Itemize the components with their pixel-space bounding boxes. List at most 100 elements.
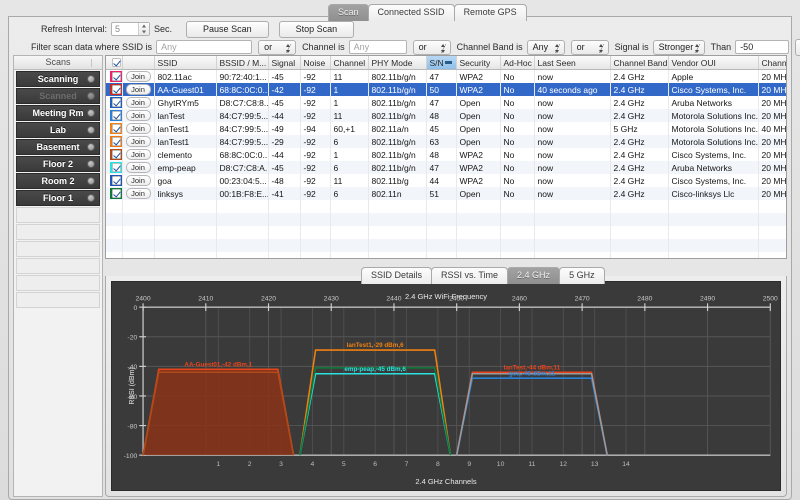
stepper-arrows[interactable] [138, 23, 150, 35]
scan-status-icon[interactable] [87, 92, 95, 100]
cell-channel: 6 [330, 187, 369, 200]
stop-scan-button[interactable]: Stop Scan [278, 20, 355, 38]
chart-tab-5-ghz[interactable]: 5 GHz [559, 267, 605, 284]
sidebar-item-lab[interactable]: Lab [16, 122, 100, 138]
table-row[interactable]: Join clemento 68:8C:0C:0... -44 -92 1 802.11b/… [106, 148, 786, 161]
column-header-label: Noise [303, 57, 326, 68]
table-row[interactable]: Join linksys 00:1B:F8:E... -41 -92 6 802.11n 51… [106, 187, 786, 200]
join-button[interactable]: Join [125, 110, 151, 121]
sidebar-item-room-2[interactable]: Room 2 [16, 173, 100, 189]
networks-table-container[interactable]: SSID BSSID / M... Signal Noise Channel PHY Mo… [105, 55, 787, 259]
scan-status-icon[interactable] [87, 160, 95, 168]
channel-band-select[interactable]: Any [526, 39, 565, 55]
or-operator-2[interactable]: or [412, 39, 451, 55]
select-all-checkbox[interactable] [111, 58, 121, 67]
column-header-band[interactable]: Channel Band [610, 56, 669, 70]
scan-status-icon[interactable] [87, 177, 95, 185]
table-row[interactable]: Join lanTest 84:C7:99:5... -44 -92 11 802.11b/… [106, 109, 786, 122]
sidebar-item-meeting-rm[interactable]: Meeting Rm [16, 105, 100, 121]
table-row[interactable]: Join AA-Guest01 68:8C:0C:0... -42 -92 1 802.11… [106, 83, 786, 96]
column-header-check[interactable] [106, 56, 123, 70]
join-button[interactable]: Join [125, 123, 151, 134]
sidebar-item-scanned[interactable]: Scanned [16, 88, 100, 104]
cell-phy: 802.11b/g/n [368, 109, 427, 122]
row-checkbox[interactable] [111, 111, 121, 120]
row-checkbox[interactable] [111, 163, 121, 172]
pause-scan-button[interactable]: Pause Scan [186, 20, 269, 38]
column-header-vendor[interactable]: Vendor OUI [668, 56, 759, 70]
row-checkbox[interactable] [111, 98, 121, 107]
scan-status-icon[interactable] [87, 126, 95, 134]
row-checkbox[interactable] [111, 72, 121, 81]
table-row[interactable]: Join emp-peap D8:C7:C8:A... -45 -92 6 802.11b/… [106, 161, 786, 174]
signal-threshold-input[interactable] [735, 40, 790, 54]
join-button[interactable]: Join [125, 149, 151, 160]
x-tick-label-frequency: 2470 [575, 295, 590, 302]
row-checkbox[interactable] [111, 124, 121, 133]
sidebar-item-floor-2[interactable]: Floor 2 [16, 156, 100, 172]
cell-band: 2.4 GHz [610, 174, 669, 187]
join-button[interactable]: Join [125, 136, 151, 147]
column-header-signal[interactable]: Signal [268, 56, 301, 70]
signal-comparator-select[interactable]: Stronger [652, 39, 705, 55]
cell-noise: -92 [300, 69, 331, 83]
column-header-ssid[interactable]: SSID [154, 56, 217, 70]
column-header-phy[interactable]: PHY Mode [368, 56, 427, 70]
ssid-filter-input[interactable] [156, 40, 253, 54]
column-header-security[interactable]: Security [456, 56, 501, 70]
stepper-down-icon[interactable] [139, 29, 149, 35]
tab-remote-gps[interactable]: Remote GPS [453, 4, 527, 21]
cell-ssid: lanTest1 [154, 122, 217, 135]
join-button[interactable]: Join [125, 188, 151, 199]
chart-tab-2-4-ghz[interactable]: 2.4 GHz [507, 267, 561, 284]
join-button[interactable]: Join [125, 162, 151, 173]
join-button[interactable]: Join [125, 71, 151, 82]
scan-status-icon[interactable] [87, 75, 95, 83]
tab-scan[interactable]: Scan [328, 4, 369, 21]
table-row[interactable]: Join 802.11ac 90:72:40:1... -45 -92 11 802.11b… [106, 69, 786, 83]
table-row[interactable]: Join lanTest1 84:C7:99:5... -29 -92 6 802.11b/… [106, 135, 786, 148]
sidebar-item-floor-1[interactable]: Floor 1 [16, 190, 100, 206]
chart-tab-rssi-vs-time[interactable]: RSSI vs. Time [431, 267, 509, 284]
table-row[interactable]: Join GhytRYm5 D8:C7:C8:8... -45 -92 1 802.11b/… [106, 96, 786, 109]
row-color-swatch [110, 110, 121, 121]
refresh-interval-input[interactable] [112, 23, 139, 35]
row-checkbox[interactable] [111, 189, 121, 198]
y-tick-label: 0 [133, 305, 137, 312]
channel-filter-input[interactable] [348, 40, 407, 54]
tab-connected-ssid[interactable]: Connected SSID [367, 4, 455, 21]
row-checkbox[interactable] [111, 176, 121, 185]
x-tick-label-channel: 10 [497, 461, 505, 468]
row-checkbox[interactable] [111, 137, 121, 146]
empty-cell [268, 239, 301, 252]
column-header-width[interactable]: Channel Width [758, 56, 786, 70]
column-header-join[interactable] [122, 56, 155, 70]
column-header-channel[interactable]: Channel [330, 56, 369, 70]
refresh-interval-stepper[interactable] [111, 22, 151, 36]
scan-status-icon[interactable] [87, 143, 95, 151]
column-header-noise[interactable]: Noise [300, 56, 331, 70]
join-button[interactable]: Join [125, 97, 151, 108]
join-button[interactable]: Join [125, 175, 151, 186]
sidebar-item-basement[interactable]: Basement [16, 139, 100, 155]
x-tick-label-channel: 12 [560, 461, 568, 468]
row-checkbox[interactable] [111, 150, 121, 159]
row-checkbox[interactable] [111, 85, 121, 94]
y-tick-label: -60 [127, 394, 137, 401]
reset-filter-button[interactable]: Reset Filter [795, 38, 800, 56]
scan-status-icon[interactable] [87, 109, 95, 117]
empty-cell [216, 213, 269, 226]
or-operator-1[interactable]: or [258, 39, 297, 55]
empty-cell [668, 252, 759, 258]
column-header-lastseen[interactable]: Last Seen [534, 56, 611, 70]
column-header-sn[interactable]: S/N [426, 56, 457, 70]
table-row[interactable]: Join lanTest1 84:C7:99:5... -49 -94 60,+1 802.… [106, 122, 786, 135]
scan-status-icon[interactable] [87, 194, 95, 202]
join-button[interactable]: Join [125, 84, 151, 95]
chart-tab-ssid-details[interactable]: SSID Details [361, 267, 433, 284]
sidebar-item-scanning[interactable]: Scanning [16, 71, 100, 87]
table-row[interactable]: Join goa 00:23:04:5... -48 -92 11 802.11b/g 44 W… [106, 174, 786, 187]
column-header-adhoc[interactable]: Ad-Hoc [500, 56, 535, 70]
or-operator-3[interactable]: or [570, 39, 609, 55]
column-header-bssid[interactable]: BSSID / M... [216, 56, 269, 70]
